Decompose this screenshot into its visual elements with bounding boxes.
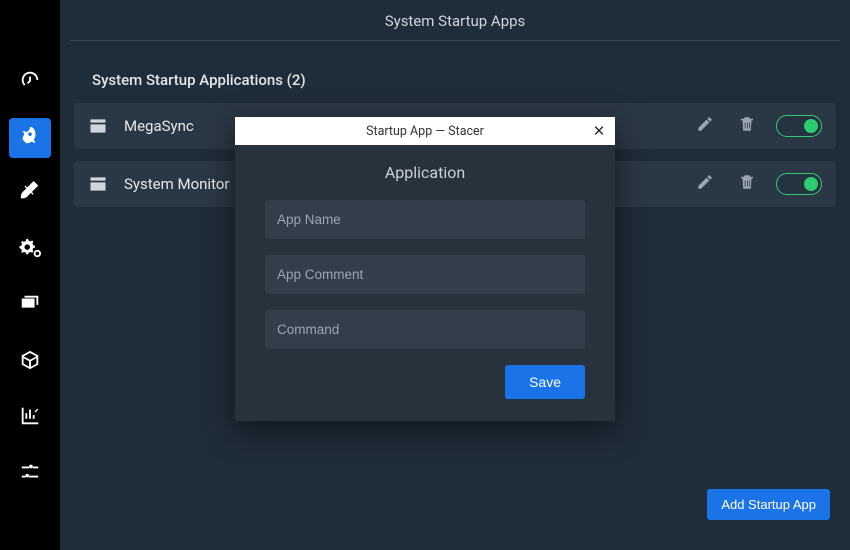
edit-button[interactable] (692, 171, 718, 197)
edit-button[interactable] (692, 113, 718, 139)
chart-icon (19, 405, 41, 431)
close-icon: ✕ (593, 122, 606, 140)
broom-icon (19, 181, 41, 207)
section-title: System Startup Applications (2) (70, 41, 840, 103)
window-stack-icon (19, 293, 41, 319)
nav-dashboard[interactable] (9, 62, 51, 102)
enable-toggle[interactable] (776, 173, 822, 195)
add-startup-app-button[interactable]: Add Startup App (707, 489, 830, 520)
app-comment-input[interactable] (265, 255, 585, 294)
nav-services[interactable] (9, 230, 51, 270)
nav-uninstaller[interactable] (9, 342, 51, 382)
sliders-icon (19, 461, 41, 487)
pencil-icon (696, 173, 714, 195)
nav-settings[interactable] (9, 454, 51, 494)
nav-resources[interactable] (9, 398, 51, 438)
dialog-body: Application Save (235, 145, 615, 421)
app-name-input[interactable] (265, 200, 585, 239)
dialog-titlebar: Startup App — Stacer ✕ (235, 117, 615, 145)
delete-button[interactable] (734, 113, 760, 139)
rocket-icon (19, 125, 41, 151)
dialog-heading: Application (265, 163, 585, 182)
gears-icon (19, 237, 41, 263)
enable-toggle[interactable] (776, 115, 822, 137)
nav-system-cleaner[interactable] (9, 174, 51, 214)
dialog-title: Startup App — Stacer (366, 124, 484, 139)
save-button[interactable]: Save (505, 365, 585, 399)
trash-icon (738, 115, 756, 137)
trash-icon (738, 173, 756, 195)
nav-startup-apps[interactable] (9, 118, 51, 158)
window-icon (88, 174, 108, 194)
delete-button[interactable] (734, 171, 760, 197)
nav-processes[interactable] (9, 286, 51, 326)
package-icon (19, 349, 41, 375)
add-app-dialog: Startup App — Stacer ✕ Application Save (235, 117, 615, 421)
gauge-icon (19, 69, 41, 95)
dialog-close-button[interactable]: ✕ (589, 121, 609, 141)
page-title: System Startup Apps (70, 0, 840, 41)
sidebar (0, 0, 60, 550)
pencil-icon (696, 115, 714, 137)
window-icon (88, 116, 108, 136)
app-command-input[interactable] (265, 310, 585, 349)
